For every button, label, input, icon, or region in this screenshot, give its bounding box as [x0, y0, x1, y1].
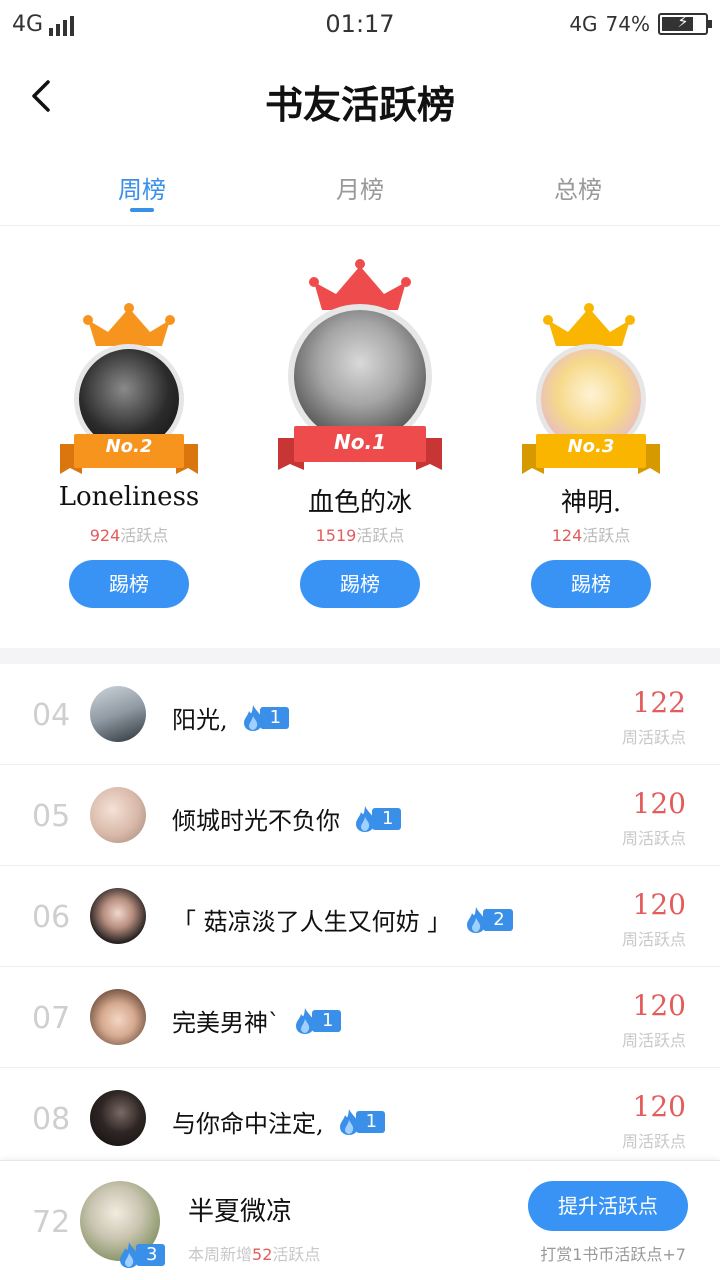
- top-three-podium: No.2 Loneliness 924活跃点 踢榜 No.1 血色的冰 1519…: [0, 226, 720, 648]
- score-value: 120: [632, 787, 686, 820]
- tip-text: 打赏1书币活跃点+7: [540, 1245, 686, 1264]
- score-label: 周活跃点: [621, 930, 686, 949]
- top-user-name: 神明.: [560, 488, 622, 518]
- score-value: 120: [632, 1090, 686, 1123]
- list-item[interactable]: 06 「 菇凉淡了人生又何妨 」 2 120 周活跃点: [0, 866, 720, 967]
- level-badge: 1: [240, 704, 290, 731]
- rank-number: 08: [32, 1102, 71, 1137]
- top-user-points: 124活跃点: [551, 526, 631, 545]
- flame-icon: [120, 1242, 139, 1268]
- user-name: 阳光,: [172, 706, 228, 734]
- flame-icon: [356, 805, 375, 832]
- score-value: 120: [632, 989, 686, 1022]
- flame-icon: [243, 704, 262, 731]
- list-item[interactable]: 04 阳光, 1 122 周活跃点: [0, 664, 720, 765]
- my-rank-bar: 72 3 半夏微凉 本周新增52活跃点 提升活跃点 打赏1书币活跃点+7: [0, 1160, 720, 1280]
- tab-bar: 周榜 月榜 总榜: [0, 150, 720, 226]
- header: 书友活跃榜: [0, 48, 720, 148]
- crown-icon: [543, 303, 635, 346]
- network-type-right: 4G: [569, 12, 598, 36]
- podium-rank-2[interactable]: No.2 Loneliness 924活跃点 踢榜: [0, 226, 258, 648]
- bolt-icon: ⚡: [677, 12, 689, 31]
- kick-button[interactable]: 踢榜: [300, 560, 420, 608]
- battery-indicator: 4G 74% ⚡: [569, 12, 712, 36]
- podium-rank-1[interactable]: No.1 血色的冰 1519活跃点 踢榜: [230, 226, 490, 648]
- kick-button[interactable]: 踢榜: [531, 560, 651, 608]
- battery-icon: ⚡: [658, 12, 712, 35]
- rank-label: No.3: [567, 436, 615, 457]
- top-user-points: 1519活跃点: [315, 526, 405, 545]
- rank-label: No.2: [105, 436, 153, 457]
- avatar: [90, 686, 146, 742]
- rank-number: 05: [32, 799, 71, 834]
- list-item[interactable]: 07 完美男神` 1 120 周活跃点: [0, 967, 720, 1068]
- boost-activity-button[interactable]: 提升活跃点: [528, 1181, 688, 1231]
- score-label: 周活跃点: [621, 728, 686, 747]
- user-name: 「 菇凉淡了人生又何妨 」: [172, 908, 452, 936]
- level-badge: 2: [463, 906, 513, 933]
- page-title: 书友活跃榜: [264, 83, 455, 127]
- top-user-name: Loneliness: [58, 482, 200, 512]
- section-divider: [0, 648, 720, 664]
- score-label: 周活跃点: [621, 1031, 686, 1050]
- avatar: [90, 888, 146, 944]
- score-label: 周活跃点: [621, 829, 686, 848]
- level-badge: 1: [352, 805, 402, 832]
- status-bar: 4G 01:17 4G 74% ⚡: [0, 0, 720, 48]
- rank-number: 07: [32, 1001, 71, 1036]
- user-name: 与你命中注定,: [172, 1110, 324, 1138]
- tab-weekly[interactable]: 周榜: [72, 170, 212, 205]
- kick-button[interactable]: 踢榜: [69, 560, 189, 608]
- tab-total[interactable]: 总榜: [508, 170, 648, 205]
- list-item[interactable]: 05 倾城时光不负你 1 120 周活跃点: [0, 765, 720, 866]
- tab-indicator: [130, 208, 154, 212]
- list-item[interactable]: 08 与你命中注定, 1 120 周活跃点: [0, 1068, 720, 1169]
- my-rank-number: 72: [32, 1205, 71, 1240]
- flame-icon: [339, 1108, 358, 1135]
- top-user-points: 924活跃点: [89, 526, 169, 545]
- user-name: 完美男神`: [172, 1009, 280, 1037]
- user-name: 倾城时光不负你: [172, 807, 340, 835]
- top-user-name: 血色的冰: [307, 488, 412, 518]
- flame-icon: [467, 906, 486, 933]
- rank-number: 06: [32, 900, 71, 935]
- avatar: [90, 787, 146, 843]
- avatar: [90, 989, 146, 1045]
- tab-monthly[interactable]: 月榜: [290, 170, 430, 205]
- crown-icon: [83, 303, 175, 346]
- weekly-gain-text: 本周新增52活跃点: [188, 1245, 321, 1264]
- battery-percent: 74%: [605, 12, 650, 36]
- level-badge: 1: [336, 1108, 386, 1135]
- my-user-name: 半夏微凉: [188, 1197, 293, 1227]
- score-label: 周活跃点: [621, 1132, 686, 1151]
- score-value: 120: [632, 888, 686, 921]
- rank-number: 04: [32, 698, 71, 733]
- level-badge: 3: [116, 1242, 166, 1268]
- ranking-list: 04 阳光, 1 122 周活跃点 05 倾城时光不负你 1 120 周活跃点 …: [0, 664, 720, 1169]
- level-badge: 1: [292, 1007, 342, 1034]
- podium-rank-3[interactable]: No.3 神明. 124活跃点 踢榜: [462, 226, 720, 648]
- avatar: [90, 1090, 146, 1146]
- flame-icon: [296, 1007, 315, 1034]
- score-value: 122: [632, 686, 686, 719]
- rank-label: No.1: [334, 430, 386, 454]
